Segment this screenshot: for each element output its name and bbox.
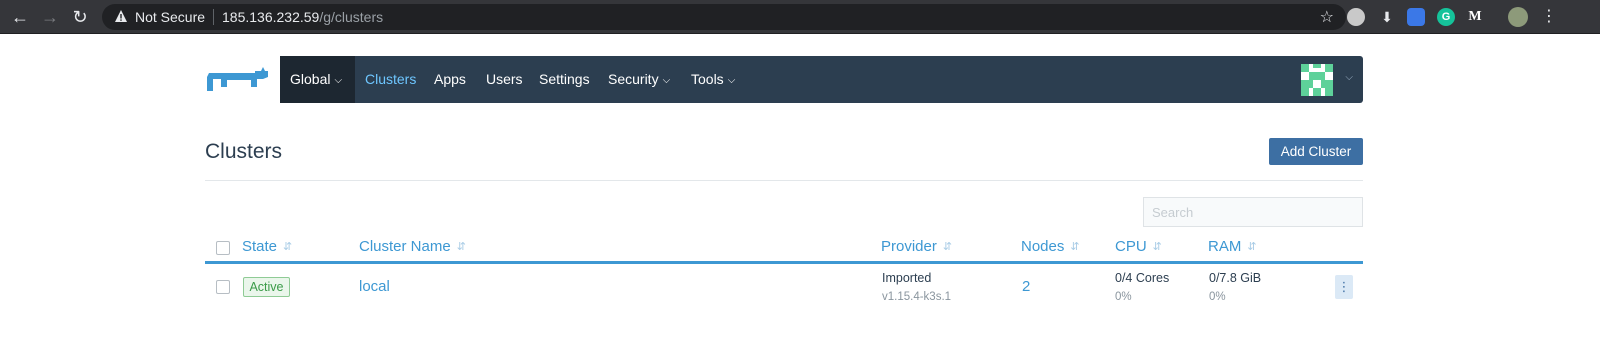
cluster-name-link[interactable]: local — [359, 278, 390, 295]
sort-icon: ⇵ — [283, 241, 293, 254]
column-ram[interactable]: RAM ⇵ — [1208, 238, 1257, 255]
grammarly-icon[interactable]: G — [1437, 8, 1455, 26]
row-actions-kebab-icon[interactable]: ⋮ — [1335, 275, 1353, 299]
column-cluster-name-label: Cluster Name — [359, 238, 451, 255]
cpu-usage: 0/4 Cores — [1115, 271, 1170, 285]
app-header: Global ⌵ Clusters Apps Users Settings Sec… — [205, 56, 1363, 103]
rancher-logo-icon[interactable] — [205, 65, 271, 95]
add-cluster-button[interactable]: Add Cluster — [1269, 138, 1363, 165]
page-title: Clusters — [205, 140, 283, 163]
status-badge: Active — [243, 277, 290, 297]
provider-name: Imported — [882, 271, 932, 285]
profile-avatar-icon[interactable] — [1508, 7, 1528, 27]
forward-icon[interactable]: → — [39, 6, 61, 28]
ram-percent: 0% — [1209, 291, 1226, 303]
table-header: State ⇵ Cluster Name ⇵ Provider ⇵ Nodes ⇵ CP… — [205, 232, 1363, 264]
global-label: Global — [290, 71, 331, 87]
column-provider-label: Provider — [881, 238, 937, 255]
translate-extension-icon[interactable] — [1407, 8, 1425, 26]
chevron-down-icon: ⌵ — [334, 75, 343, 86]
nav-security-label: Security — [608, 71, 659, 87]
url-path: /g/clusters — [319, 9, 384, 25]
column-cpu[interactable]: CPU ⇵ — [1115, 238, 1162, 255]
main-navbar: Global ⌵ Clusters Apps Users Settings Sec… — [280, 56, 1363, 103]
cpu-percent: 0% — [1115, 291, 1132, 303]
browser-menu-icon[interactable]: ⋮ — [1538, 6, 1560, 28]
user-avatar[interactable] — [1301, 64, 1333, 96]
ram-usage: 0/7.8 GiB — [1209, 271, 1262, 285]
chevron-down-icon: ⌵ — [662, 75, 671, 86]
sort-icon: ⇵ — [1247, 241, 1257, 254]
row-checkbox[interactable] — [216, 280, 230, 294]
medium-extension-icon[interactable]: M — [1466, 8, 1484, 26]
column-provider[interactable]: Provider ⇵ — [881, 238, 952, 255]
download-extension-icon[interactable]: ⬇ — [1378, 8, 1396, 26]
chevron-down-icon[interactable]: ⌵ — [1345, 72, 1353, 83]
nodes-count-link[interactable]: 2 — [1022, 278, 1030, 295]
sort-icon: ⇵ — [942, 241, 953, 254]
column-nodes-label: Nodes — [1021, 238, 1065, 255]
nav-users[interactable]: Users — [486, 56, 523, 103]
select-all-checkbox[interactable] — [216, 241, 230, 255]
column-ram-label: RAM — [1208, 238, 1242, 255]
global-scope-dropdown[interactable]: Global ⌵ — [280, 56, 355, 103]
nav-apps[interactable]: Apps — [434, 56, 466, 103]
nav-settings[interactable]: Settings — [539, 56, 590, 103]
nav-tools-label: Tools — [691, 71, 724, 87]
sort-icon: ⇵ — [1070, 241, 1080, 254]
table-row: Active local Imported v1.15.4-k3s.1 2 0/… — [205, 266, 1363, 312]
bookmark-star-icon[interactable]: ☆ — [1320, 7, 1334, 27]
nav-tools[interactable]: Tools ⌵ — [691, 56, 735, 103]
nav-security[interactable]: Security ⌵ — [608, 56, 670, 103]
not-secure-label[interactable]: Not Secure — [135, 9, 205, 25]
header-divider — [205, 180, 1363, 181]
back-icon[interactable]: ← — [9, 6, 31, 28]
url-host: 185.136.232.59 — [222, 9, 320, 25]
column-nodes[interactable]: Nodes ⇵ — [1021, 238, 1080, 255]
extension-icon[interactable] — [1347, 8, 1365, 26]
search-input[interactable] — [1143, 197, 1363, 227]
omnibox-divider — [213, 9, 214, 25]
address-bar[interactable]: Not Secure 185.136.232.59/g/clusters ☆ — [102, 4, 1346, 30]
url-text[interactable]: 185.136.232.59/g/clusters — [222, 9, 383, 25]
column-state[interactable]: State ⇵ — [242, 238, 292, 255]
nav-clusters[interactable]: Clusters — [365, 56, 416, 103]
provider-version: v1.15.4-k3s.1 — [882, 291, 952, 303]
reload-icon[interactable]: ↻ — [69, 6, 91, 28]
sort-icon: ⇵ — [456, 241, 466, 254]
column-cpu-label: CPU — [1115, 238, 1147, 255]
column-cluster-name[interactable]: Cluster Name ⇵ — [359, 238, 466, 255]
chevron-down-icon: ⌵ — [727, 75, 736, 86]
warning-icon — [115, 10, 127, 22]
browser-toolbar: ← → ↻ Not Secure 185.136.232.59/g/cluste… — [0, 0, 1600, 34]
sort-icon: ⇵ — [1152, 241, 1162, 254]
column-state-label: State — [242, 238, 278, 255]
